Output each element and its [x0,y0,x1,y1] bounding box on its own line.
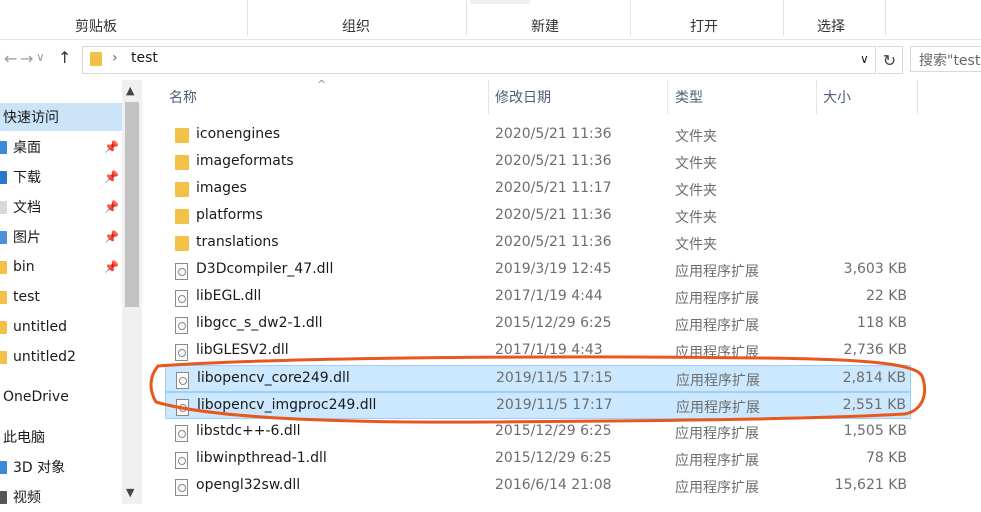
annotation-ellipse [149,355,927,424]
annotation-highlight [149,355,927,424]
